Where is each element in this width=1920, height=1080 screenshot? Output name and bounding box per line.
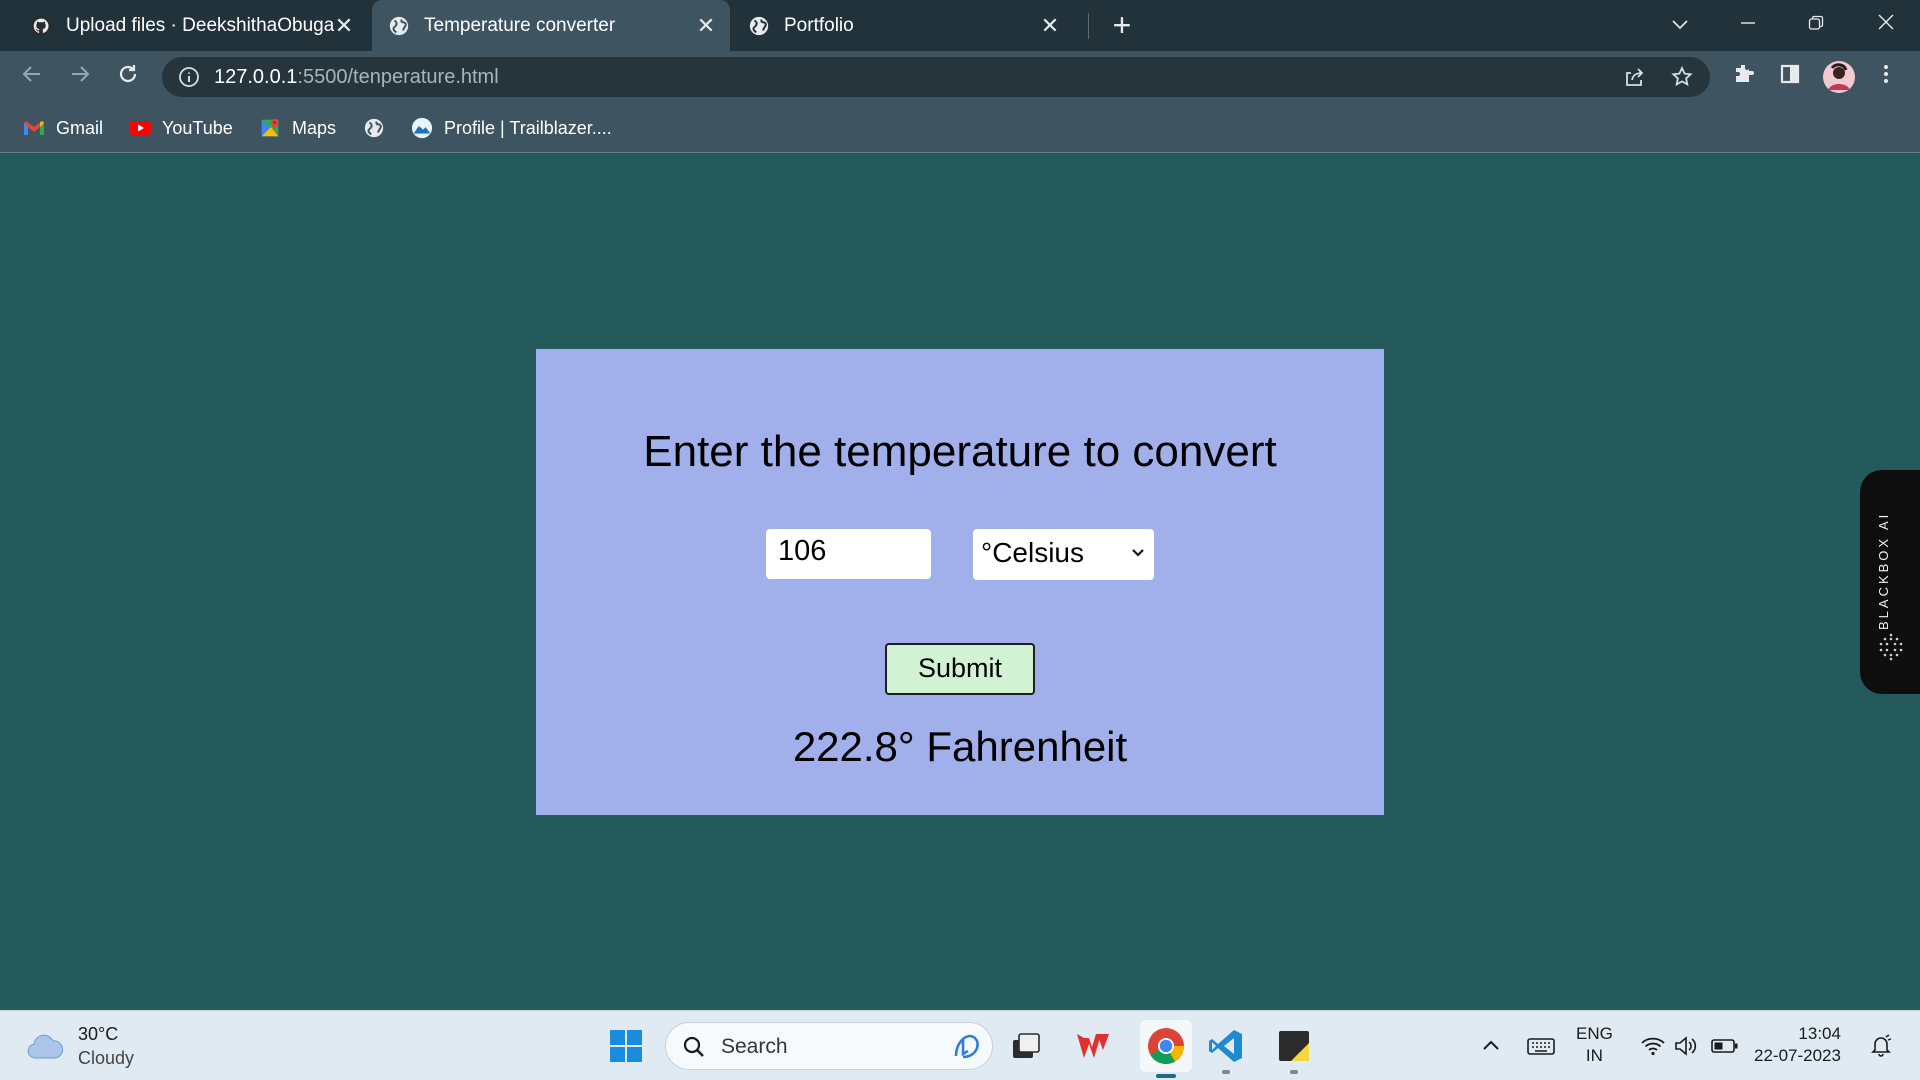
app-indicator (1290, 1070, 1298, 1074)
language-indicator[interactable]: ENG IN (1576, 1023, 1613, 1067)
forward-icon[interactable] (64, 61, 96, 93)
url-host: 127.0.0.1 (214, 66, 298, 88)
github-icon (30, 15, 52, 36)
bookmark-youtube[interactable]: YouTube (128, 115, 233, 141)
new-tab-icon[interactable]: + (1108, 9, 1136, 41)
share-icon[interactable] (1622, 65, 1646, 89)
language-code: ENG (1576, 1024, 1613, 1043)
taskbar-task-view[interactable] (1004, 1024, 1048, 1068)
battery-icon[interactable] (1710, 1033, 1740, 1059)
bing-icon[interactable] (950, 1030, 984, 1064)
taskbar-search[interactable]: Search (665, 1022, 993, 1070)
bookmark-star-icon[interactable] (1670, 65, 1694, 89)
weather-condition: Cloudy (78, 1048, 135, 1068)
weather-widget[interactable]: 30°C Cloudy (26, 1021, 134, 1071)
browser-toolbar: 127.0.0.1:5500/tenperature.html (0, 51, 1920, 103)
taskbar-chrome[interactable] (1140, 1020, 1192, 1078)
wps-office-icon (1077, 1034, 1109, 1058)
blackbox-ai-widget[interactable]: BLACKBOX AI (1860, 470, 1920, 694)
back-icon[interactable] (16, 61, 48, 93)
app-indicator (1222, 1070, 1230, 1074)
bookmark-trailblazer[interactable]: Profile | Trailblazer.... (410, 115, 612, 141)
bookmark-globe[interactable] (362, 115, 386, 141)
blackbox-logo-icon (1879, 633, 1903, 661)
start-button[interactable] (604, 1024, 648, 1068)
unit-select[interactable]: °Celsius (973, 529, 1154, 580)
converter-card: Enter the temperature to convert 106 °Ce… (536, 349, 1384, 815)
bookmark-label: YouTube (162, 117, 233, 138)
windows-icon (610, 1030, 642, 1062)
youtube-icon (129, 121, 151, 135)
tab-title: Upload files · DeekshithaObugari (66, 14, 334, 36)
bookmark-maps[interactable]: Maps (258, 115, 336, 141)
globe-icon (364, 118, 384, 138)
gmail-icon (24, 121, 44, 135)
minimize-icon[interactable] (1726, 8, 1770, 40)
close-tab-icon[interactable]: ✕ (1040, 14, 1060, 36)
active-app-indicator (1156, 1074, 1176, 1078)
search-placeholder: Search (721, 1035, 788, 1058)
globe-icon (749, 16, 769, 35)
trailblazer-icon (411, 117, 433, 139)
address-bar[interactable]: 127.0.0.1:5500/tenperature.html (162, 57, 1710, 97)
search-icon (683, 1036, 704, 1057)
tab-title: Portfolio (784, 14, 854, 36)
site-info-icon[interactable] (178, 66, 200, 88)
bookmark-gmail[interactable]: Gmail (22, 115, 103, 141)
maps-icon (261, 118, 279, 137)
region-code: IN (1585, 1046, 1603, 1065)
tab-portfolio[interactable]: Portfolio ✕ (734, 0, 1074, 51)
tab-upload-files[interactable]: Upload files · DeekshithaObugari ✕ (18, 0, 366, 51)
task-view-icon (1013, 1033, 1040, 1058)
bookmark-label: Profile | Trailblazer.... (444, 117, 612, 138)
system-clock[interactable]: 13:04 22-07-2023 (1754, 1023, 1841, 1067)
tab-search-icon[interactable] (1658, 8, 1702, 40)
globe-icon (389, 16, 409, 35)
extensions-icon[interactable] (1728, 61, 1760, 93)
bookmark-label: Gmail (56, 117, 104, 138)
tab-title: Temperature converter (424, 14, 616, 36)
chevron-down-icon (1132, 549, 1144, 557)
restore-icon[interactable] (1794, 8, 1838, 40)
browser-tab-strip: Upload files · DeekshithaObugari ✕ Tempe… (0, 0, 1920, 51)
taskbar-sticky-notes[interactable] (1272, 1024, 1316, 1074)
chrome-menu-icon[interactable] (1870, 61, 1902, 93)
address-url[interactable]: 127.0.0.1:5500/tenperature.html (214, 66, 499, 89)
temperature-input[interactable]: 106 (766, 529, 931, 579)
close-window-icon[interactable] (1864, 8, 1908, 40)
unit-selected-value: °Celsius (981, 537, 1085, 568)
conversion-result: 222.8° Fahrenheit (792, 723, 1128, 770)
taskbar-vscode[interactable] (1204, 1024, 1248, 1074)
weather-temp: 30°C (78, 1024, 119, 1044)
windows-taskbar: 30°C Cloudy Search ENG IN 13:04 22-07-20… (0, 1010, 1920, 1080)
sticky-notes-icon (1279, 1031, 1309, 1061)
bookmark-label: Maps (292, 117, 337, 138)
vscode-icon (1209, 1030, 1242, 1062)
bookmarks-bar: Gmail YouTube Maps Profile | Trailblazer… (0, 103, 1920, 153)
clock-time: 13:04 (1798, 1024, 1841, 1043)
profile-avatar[interactable] (1822, 60, 1855, 93)
cloud-icon (27, 1034, 63, 1059)
wifi-icon[interactable] (1640, 1033, 1666, 1059)
close-tab-icon[interactable]: ✕ (334, 14, 354, 36)
chevron-up-icon[interactable] (1478, 1033, 1504, 1059)
blackbox-label: BLACKBOX AI (1876, 511, 1891, 630)
tab-separator (1088, 13, 1089, 39)
volume-icon[interactable] (1672, 1033, 1698, 1059)
side-panel-icon[interactable] (1774, 61, 1806, 93)
close-tab-icon[interactable]: ✕ (696, 14, 716, 36)
submit-button[interactable]: Submit (885, 643, 1035, 695)
reload-icon[interactable] (112, 61, 144, 93)
notification-bell-icon[interactable] (1868, 1033, 1894, 1059)
taskbar-wps-office[interactable] (1072, 1024, 1116, 1068)
clock-date: 22-07-2023 (1754, 1046, 1841, 1065)
keyboard-icon[interactable] (1526, 1033, 1556, 1059)
tab-temperature-converter[interactable]: Temperature converter ✕ (372, 0, 730, 51)
chrome-icon (1148, 1028, 1184, 1064)
url-path: :5500/tenperature.html (297, 66, 499, 88)
page-heading: Enter the temperature to convert (643, 427, 1277, 476)
